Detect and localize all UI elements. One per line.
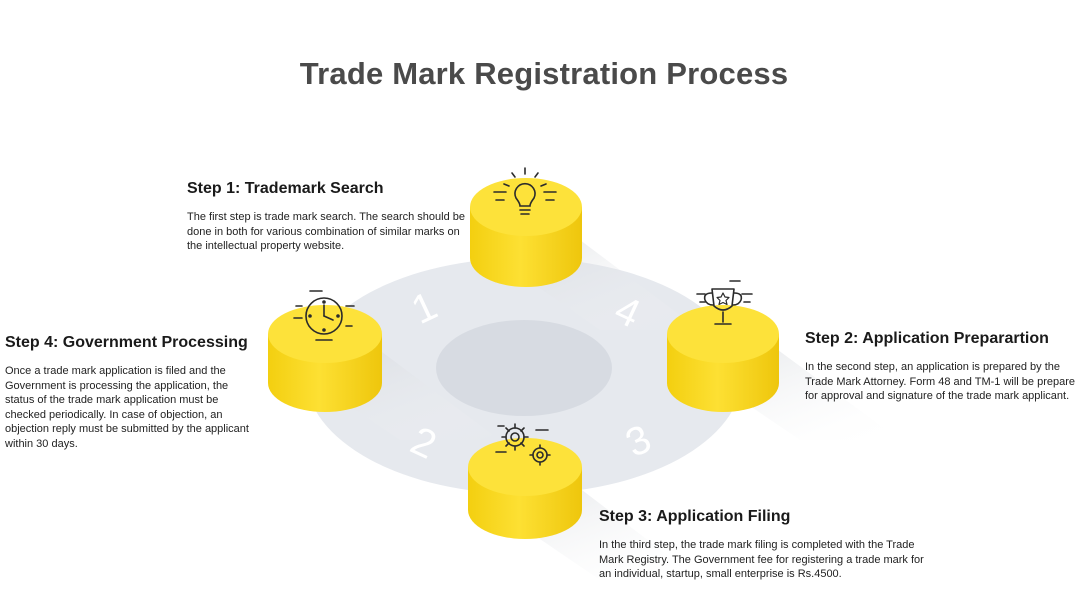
process-ring-inner bbox=[436, 320, 612, 416]
step-3-title: Step 3: Application Filing bbox=[599, 508, 791, 525]
step-3-description: In the third step, the trade mark filing… bbox=[599, 539, 924, 581]
cylinder-step-4 bbox=[268, 305, 382, 412]
step-2-title: Step 2: Application Preparartion bbox=[805, 330, 1049, 347]
step-1-title: Step 1: Trademark Search bbox=[187, 180, 384, 197]
step-4-block: Step 4: Government Processing Once a tra… bbox=[5, 334, 260, 452]
step-1-description: The first step is trade mark search. The… bbox=[187, 211, 465, 253]
step-2-block: Step 2: Application Preparartion In the … bbox=[805, 330, 1080, 404]
step-3-block: Step 3: Application Filing In the third … bbox=[599, 508, 939, 582]
step-1-block: Step 1: Trademark Search The first step … bbox=[187, 180, 467, 254]
cylinder-step-1 bbox=[470, 178, 582, 287]
cylinder-step-3 bbox=[468, 438, 582, 539]
step-4-title: Step 4: Government Processing bbox=[5, 334, 248, 351]
step-4-description: Once a trade mark application is filed a… bbox=[5, 365, 249, 450]
step-2-description: In the second step, an application is pr… bbox=[805, 361, 1076, 403]
